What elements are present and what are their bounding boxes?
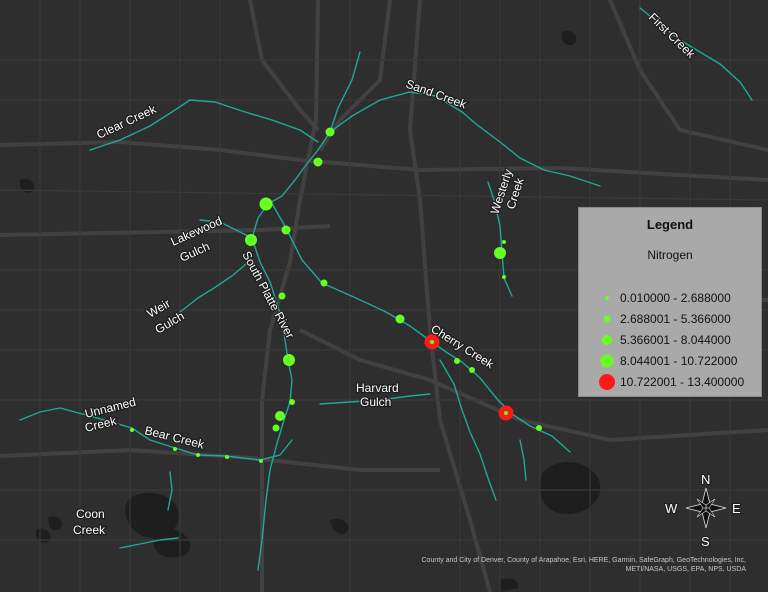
legend-class-2: 2.688001 - 5.366000 xyxy=(579,309,761,329)
sample-point-class3[interactable] xyxy=(281,225,291,235)
attribution-line-1: County and City of Denver, County of Ara… xyxy=(421,557,747,564)
sample-point-class3[interactable] xyxy=(325,127,335,137)
map-canvas[interactable]: First Creek Sand Creek Clear Creek Weste… xyxy=(0,0,768,592)
legend-class-3: 5.366001 - 8.044000 xyxy=(579,330,761,350)
legend-class-5: 10.722001 - 13.400000 xyxy=(579,372,761,392)
legend-class-label: 2.688001 - 5.366000 xyxy=(620,312,731,326)
sample-point-class2[interactable] xyxy=(536,425,542,431)
sample-point-class1[interactable] xyxy=(502,240,506,244)
legend-layer-name: Nitrogen xyxy=(647,248,693,262)
sample-point-class3[interactable] xyxy=(313,157,323,167)
attribution-line-2: METI/NASA, USGS, EPA, NPS, USDA xyxy=(625,566,746,573)
legend-symbol xyxy=(597,288,617,308)
compass-west: W xyxy=(665,501,678,516)
legend-title: Legend xyxy=(646,217,694,232)
map-attribution: County and City of Denver, County of Ara… xyxy=(422,556,747,574)
label-harvard-gulch-2: Gulch xyxy=(360,395,391,409)
sample-point-class2[interactable] xyxy=(469,367,475,373)
sample-point-class1[interactable] xyxy=(430,340,434,344)
legend-symbol xyxy=(597,351,617,371)
legend-symbol xyxy=(597,309,617,329)
sample-point-class1[interactable] xyxy=(225,455,229,459)
sample-point-class1[interactable] xyxy=(259,459,263,463)
label-harvard-gulch-1: Harvard xyxy=(356,381,399,395)
sample-point-class1[interactable] xyxy=(130,428,134,432)
label-coon-creek-1: Coon xyxy=(76,507,105,521)
sample-point-class4[interactable] xyxy=(259,197,273,211)
compass-north: N xyxy=(701,472,710,487)
legend-class-label: 5.366001 - 8.044000 xyxy=(620,333,731,347)
sample-point-class4[interactable] xyxy=(494,247,506,259)
sample-point-class2[interactable] xyxy=(272,424,280,432)
legend-panel: Legend Nitrogen 0.010000 - 2.688000 2.68… xyxy=(578,207,762,397)
sample-point-class3[interactable] xyxy=(395,314,405,324)
compass-east: E xyxy=(732,501,741,516)
legend-symbol xyxy=(597,330,617,350)
legend-class-label: 8.044001 - 10.722000 xyxy=(620,354,738,368)
sample-point-class4[interactable] xyxy=(245,234,257,246)
sample-point-class4[interactable] xyxy=(283,354,295,366)
label-coon-creek-2: Creek xyxy=(73,523,106,537)
sample-point-class1[interactable] xyxy=(196,453,200,457)
legend-symbol xyxy=(597,372,617,392)
compass-south: S xyxy=(701,534,710,549)
sample-point-class2[interactable] xyxy=(278,292,286,300)
sample-point-class2[interactable] xyxy=(320,279,328,287)
sample-point-class2[interactable] xyxy=(289,399,295,405)
sample-point-class2[interactable] xyxy=(454,358,460,364)
legend-class-label: 10.722001 - 13.400000 xyxy=(620,375,745,389)
sample-point-class3[interactable] xyxy=(275,411,285,421)
legend-class-1: 0.010000 - 2.688000 xyxy=(579,288,761,308)
legend-class-label: 0.010000 - 2.688000 xyxy=(620,291,731,305)
sample-point-class1[interactable] xyxy=(502,275,506,279)
sample-point-class1[interactable] xyxy=(173,447,177,451)
sample-point-class1[interactable] xyxy=(504,411,508,415)
legend-class-4: 8.044001 - 10.722000 xyxy=(579,351,761,371)
